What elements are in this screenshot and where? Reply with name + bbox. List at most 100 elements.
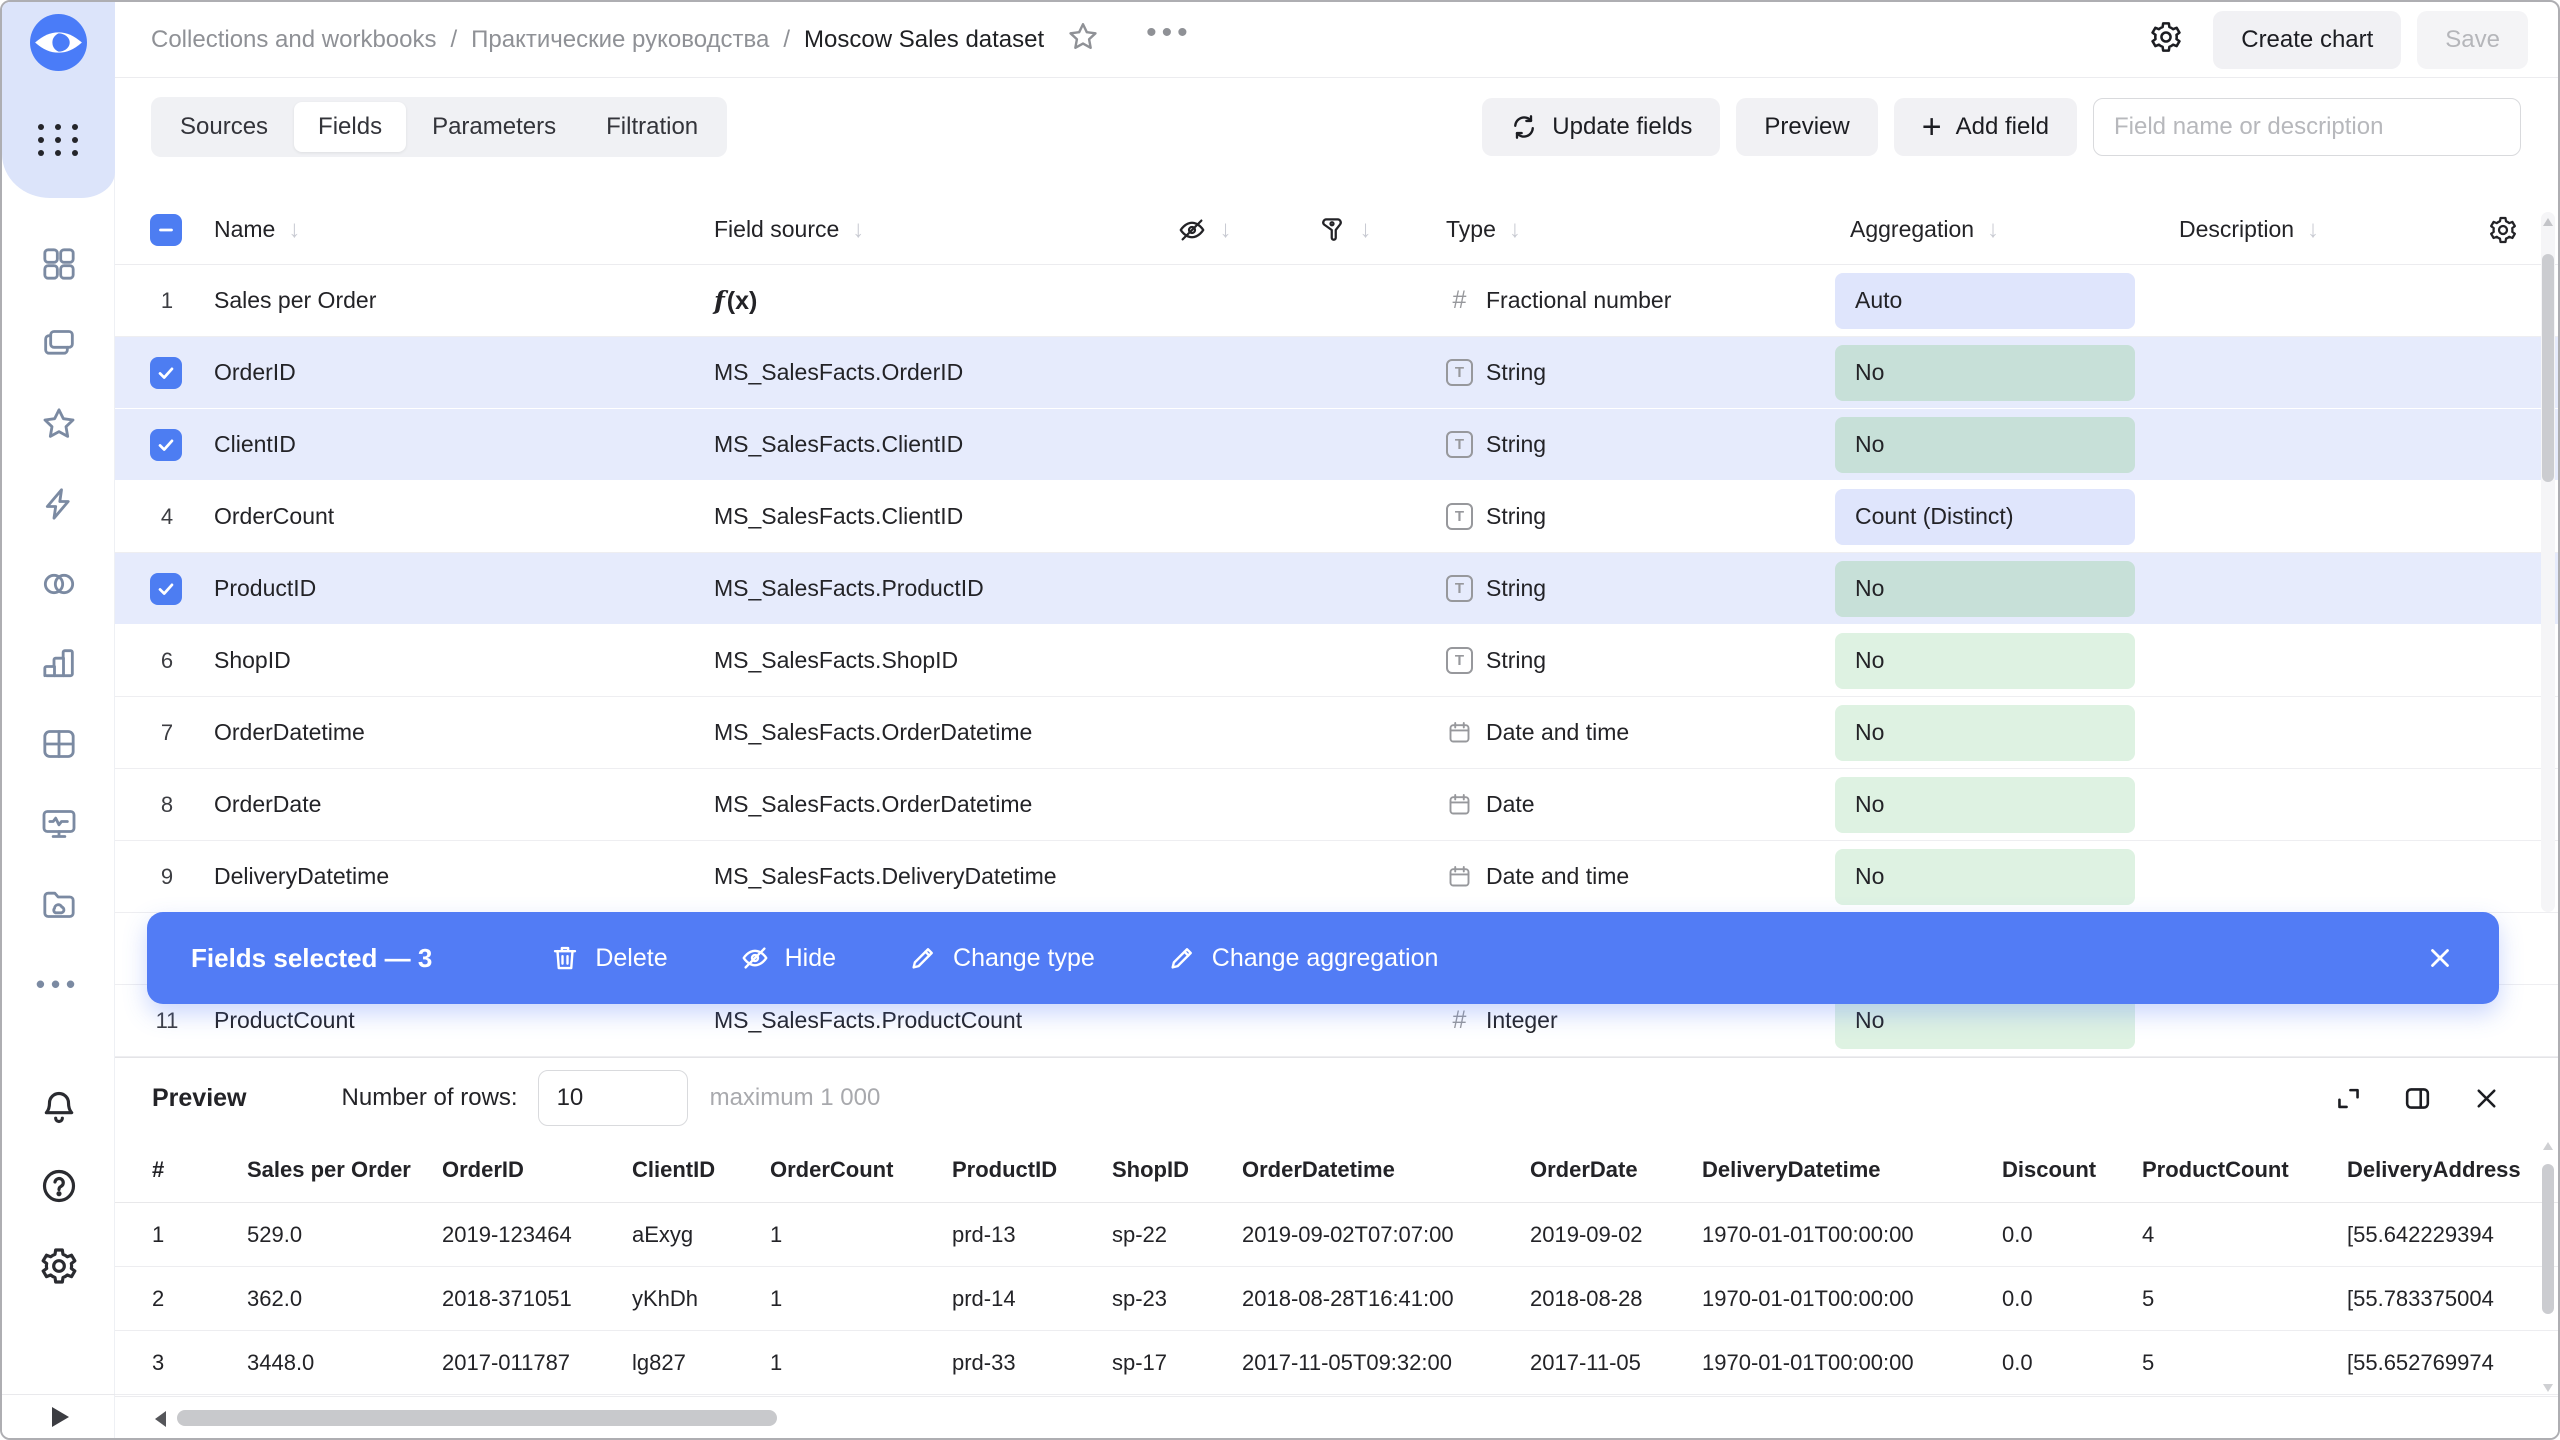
aggregation-select[interactable]: Count (Distinct) (1835, 489, 2135, 545)
column-header-description[interactable]: Description↓ (2149, 216, 2448, 244)
field-type[interactable]: TString (1414, 575, 1804, 602)
dock-preview-icon[interactable] (2402, 1083, 2433, 1114)
field-name[interactable]: ProductCount (214, 1007, 714, 1034)
expand-sidebar-icon[interactable] (52, 1407, 69, 1427)
field-type[interactable]: #Integer (1414, 1006, 1804, 1035)
hide-fields-button[interactable]: Hide (740, 943, 836, 973)
breadcrumb-item[interactable]: Практические руководства (471, 26, 769, 54)
column-header-type[interactable]: Type↓ (1414, 216, 1804, 244)
row-checkbox-checked[interactable] (150, 573, 182, 605)
field-type[interactable]: Date (1414, 791, 1804, 818)
sidebar-item-dashboards-grid[interactable] (2, 224, 115, 304)
column-header-filter[interactable]: ↓ (1274, 215, 1414, 245)
preview-button[interactable]: Preview (1736, 98, 1877, 156)
aggregation-select[interactable]: No (1835, 849, 2135, 905)
more-actions-icon[interactable]: ••• (1146, 33, 1193, 47)
scrollbar-thumb[interactable] (177, 1410, 777, 1426)
field-type[interactable]: TString (1414, 647, 1804, 674)
preview-horizontal-scrollbar[interactable] (115, 1396, 2558, 1440)
scroll-up-arrow[interactable] (2543, 1142, 2553, 1150)
sidebar-item-help-question[interactable] (2, 1146, 115, 1226)
number-of-rows-input[interactable] (538, 1070, 688, 1126)
row-select-cell[interactable] (150, 357, 214, 389)
delete-fields-button[interactable]: Delete (550, 943, 667, 973)
aggregation-select[interactable]: No (1835, 633, 2135, 689)
close-selection-bar-icon[interactable] (2425, 943, 2455, 973)
field-name[interactable]: OrderCount (214, 503, 714, 530)
sidebar-item-monitoring-pulse[interactable] (2, 784, 115, 864)
scroll-down-arrow[interactable] (2543, 1384, 2553, 1392)
fields-vertical-scrollbar[interactable] (2541, 212, 2555, 912)
column-header-field-source[interactable]: Field source↓ (714, 216, 1134, 244)
save-button[interactable]: Save (2417, 11, 2528, 69)
field-type[interactable]: #Fractional number (1414, 286, 1804, 315)
column-header-aggregation[interactable]: Aggregation↓ (1804, 216, 2149, 244)
create-chart-button[interactable]: Create chart (2213, 11, 2401, 69)
sidebar-item-notifications-bell[interactable] (2, 1066, 115, 1146)
dataset-settings-gear-icon[interactable] (2149, 20, 2183, 59)
scroll-left-arrow[interactable] (155, 1411, 166, 1427)
sidebar-item-settings-gear[interactable] (2, 1226, 115, 1306)
aggregation-select[interactable]: No (1835, 777, 2135, 833)
preview-vertical-scrollbar[interactable] (2541, 1142, 2555, 1392)
row-checkbox-checked[interactable] (150, 357, 182, 389)
aggregation-select[interactable]: No (1835, 417, 2135, 473)
tab-fields[interactable]: Fields (294, 102, 406, 152)
field-type[interactable]: TString (1414, 503, 1804, 530)
sidebar-item-tables-grid[interactable] (2, 704, 115, 784)
field-type[interactable]: TString (1414, 431, 1804, 458)
change-type-button[interactable]: Change type (908, 943, 1095, 973)
row-select-cell: 8 (150, 792, 214, 818)
field-type[interactable]: Date and time (1414, 863, 1804, 890)
sidebar-item-workbooks-layers[interactable] (2, 304, 115, 384)
column-header-name[interactable]: Name↓ (214, 216, 714, 244)
row-select-cell[interactable] (150, 429, 214, 461)
field-name[interactable]: ShopID (214, 647, 714, 674)
sidebar-item-more-dots[interactable]: ••• (2, 944, 115, 1024)
sidebar-item-charts-bar[interactable] (2, 624, 115, 704)
aggregation-select[interactable]: No (1835, 705, 2135, 761)
field-name[interactable]: OrderID (214, 359, 714, 386)
field-name[interactable]: ProductID (214, 575, 714, 602)
field-name[interactable]: OrderDatetime (214, 719, 714, 746)
breadcrumb-item[interactable]: Moscow Sales dataset (804, 26, 1044, 54)
pencil-icon (1167, 943, 1197, 973)
breadcrumb-item[interactable]: Collections and workbooks (151, 26, 436, 54)
field-name[interactable]: Sales per Order (214, 287, 714, 314)
apps-grid-icon[interactable] (38, 124, 80, 156)
aggregation-select[interactable]: No (1835, 345, 2135, 401)
aggregation-select[interactable]: No (1835, 561, 2135, 617)
field-type[interactable]: Date and time (1414, 719, 1804, 746)
field-name[interactable]: ClientID (214, 431, 714, 458)
preview-cell: 1 (152, 1222, 247, 1248)
favorite-star-icon[interactable] (1066, 20, 1100, 59)
field-name[interactable]: DeliveryDatetime (214, 863, 714, 890)
breadcrumb: Collections and workbooks/Практические р… (151, 26, 1044, 54)
tab-sources[interactable]: Sources (156, 102, 292, 152)
add-field-button[interactable]: + Add field (1894, 98, 2077, 156)
column-header-hidden[interactable]: ↓ (1134, 215, 1274, 245)
tab-parameters[interactable]: Parameters (408, 102, 580, 152)
sidebar-item-favorites-star[interactable] (2, 384, 115, 464)
tab-filtration[interactable]: Filtration (582, 102, 722, 152)
row-select-cell: 1 (150, 288, 214, 314)
row-checkbox-checked[interactable] (150, 429, 182, 461)
row-select-cell[interactable] (150, 573, 214, 605)
field-type[interactable]: TString (1414, 359, 1804, 386)
field-name[interactable]: OrderDate (214, 791, 714, 818)
sidebar-item-datasets-venn[interactable] (2, 544, 115, 624)
preview-cell: 5 (2142, 1350, 2347, 1376)
field-search-input[interactable] (2093, 98, 2521, 156)
aggregation-select[interactable]: Auto (1835, 273, 2135, 329)
change-aggregation-button[interactable]: Change aggregation (1167, 943, 1439, 973)
scrollbar-thumb[interactable] (2542, 1164, 2554, 1314)
update-fields-button[interactable]: Update fields (1482, 98, 1720, 156)
scrollbar-thumb[interactable] (2542, 254, 2554, 482)
sidebar-item-connections-lightning[interactable] (2, 464, 115, 544)
sidebar-item-storage-folder[interactable] (2, 864, 115, 944)
scroll-up-arrow[interactable] (2543, 218, 2553, 226)
datalens-logo-icon[interactable] (30, 14, 87, 71)
expand-preview-icon[interactable] (2333, 1083, 2364, 1114)
close-preview-icon[interactable] (2471, 1083, 2502, 1114)
select-all-checkbox[interactable] (150, 214, 214, 246)
